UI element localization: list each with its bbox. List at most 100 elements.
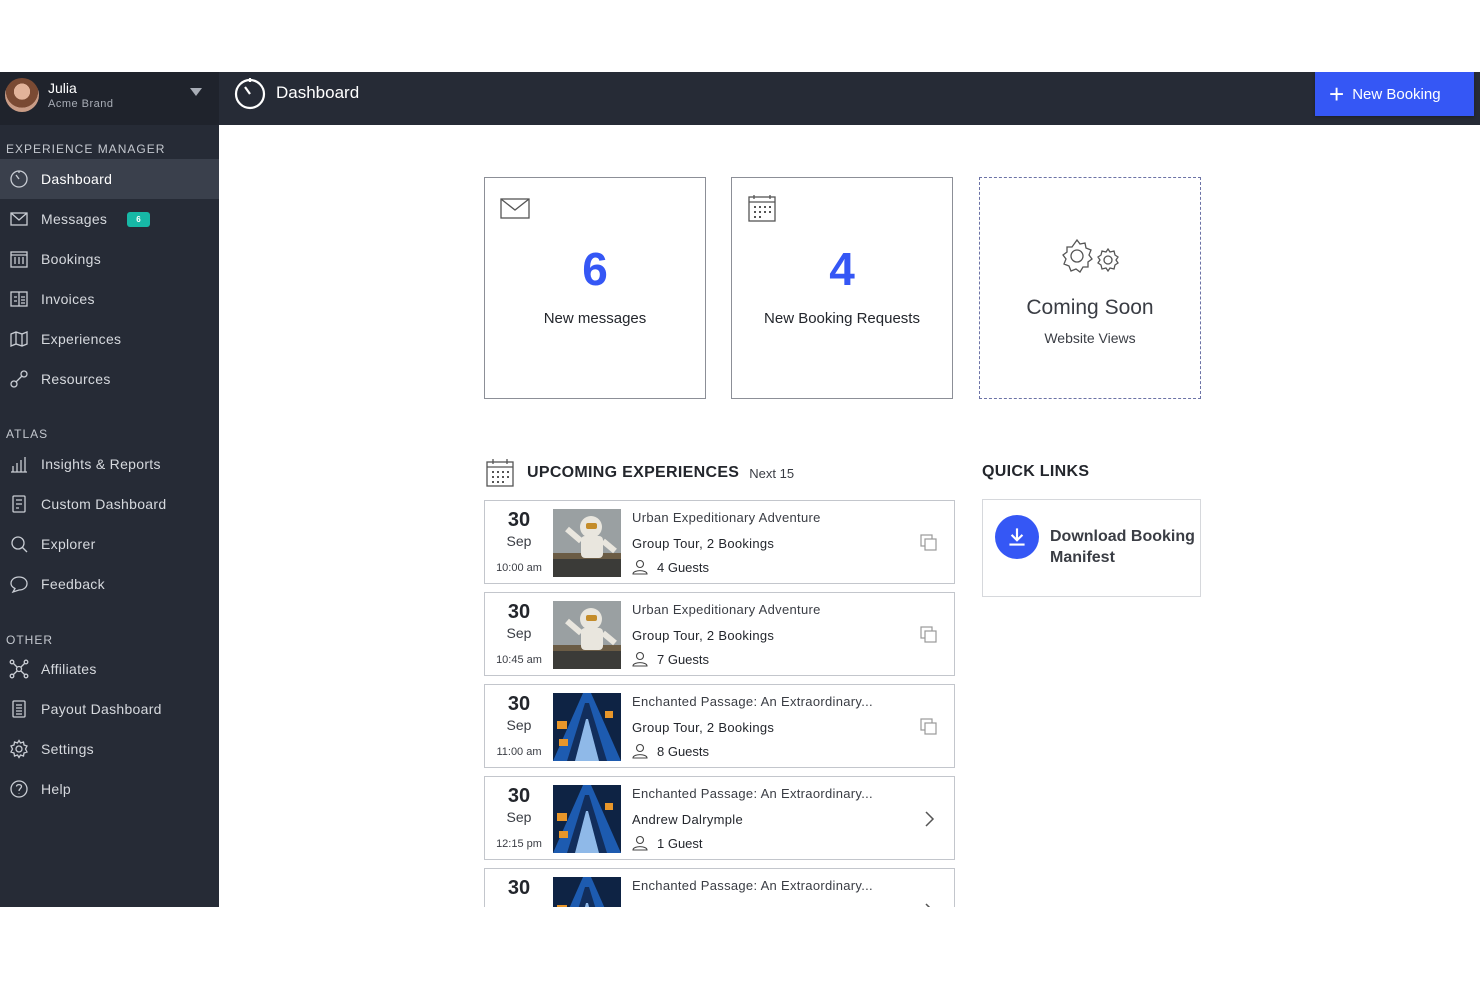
calendar-icon <box>8 248 30 270</box>
calendar-icon <box>486 459 514 487</box>
experience-subtitle: Group Tour, 2 Bookings <box>632 720 775 735</box>
experience-time: 12:15 pm <box>496 838 542 850</box>
sidebar-item-label: Explorer <box>41 536 96 552</box>
list-item[interactable]: 30 Sep 10:00 am Urban Expeditionary Adve… <box>484 500 955 584</box>
sidebar-item-settings[interactable]: Settings <box>0 729 219 769</box>
sidebar-item-dashboard[interactable]: Dashboard <box>0 159 219 199</box>
download-manifest-link[interactable]: Download Booking Manifest <box>982 499 1201 597</box>
chevron-down-icon[interactable] <box>190 88 202 96</box>
sidebar-item-insights-reports[interactable]: Insights & Reports <box>0 444 219 484</box>
sidebar-item-feedback[interactable]: Feedback <box>0 564 219 604</box>
network-icon <box>8 658 30 680</box>
sidebar-item-label: Dashboard <box>41 171 113 187</box>
new-messages-count: 6 <box>582 243 608 295</box>
map-icon <box>8 328 30 350</box>
experience-day: 30 <box>507 601 531 623</box>
new-booking-label: New Booking <box>1352 85 1441 103</box>
person-icon <box>632 835 648 851</box>
experience-day: 30 <box>507 877 531 899</box>
experience-month: Sep <box>506 717 532 733</box>
sidebar-item-explorer[interactable]: Explorer <box>0 524 219 564</box>
sidebar-item-label: Settings <box>41 741 94 757</box>
experience-month: Sep <box>506 809 532 825</box>
top-bar: Dashboard + New Booking <box>219 72 1480 125</box>
chevron-right-icon[interactable] <box>919 901 939 907</box>
experience-title: Enchanted Passage: An Extraordinary... <box>632 694 873 709</box>
experience-subtitle: Andrew Dalrymple <box>632 812 744 827</box>
experience-day: 30 <box>507 509 531 531</box>
experience-guests: 7 Guests <box>632 651 709 667</box>
list-item[interactable]: 30 Sep 10:45 am Urban Expeditionary Adve… <box>484 592 955 676</box>
sidebar-item-label: Custom Dashboard <box>41 496 167 512</box>
experience-time: 10:00 am <box>496 562 542 574</box>
upcoming-next-count: Next 15 <box>749 465 795 481</box>
website-views-label: Website Views <box>1044 330 1136 346</box>
new-messages-card[interactable]: 6 New messages <box>484 177 706 399</box>
message-count-badge: 6 <box>127 211 150 227</box>
experience-month: Sep <box>506 625 532 641</box>
person-icon <box>632 651 648 667</box>
sidebar-item-label: Payout Dashboard <box>41 701 162 717</box>
sidebar-item-messages[interactable]: Messages 6 <box>0 199 219 239</box>
experience-guests: 4 Guests <box>632 559 709 575</box>
experience-title: Enchanted Passage: An Extraordinary... <box>632 786 873 801</box>
section-experience-manager: EXPERIENCE MANAGER <box>6 142 166 156</box>
user-menu[interactable]: Julia Acme Brand <box>0 72 219 125</box>
new-booking-button[interactable]: + New Booking <box>1315 72 1474 116</box>
page-title: Dashboard <box>276 83 360 102</box>
download-manifest-label: Download Booking Manifest <box>1050 528 1195 566</box>
envelope-icon <box>8 208 30 230</box>
new-messages-label: New messages <box>543 310 647 327</box>
guest-count: 8 Guests <box>657 743 710 759</box>
gears-icon <box>1062 238 1119 273</box>
user-brand: Acme Brand <box>48 98 114 110</box>
section-atlas: ATLAS <box>6 427 49 441</box>
tunnel-thumbnail <box>553 785 621 853</box>
website-views-card: Coming Soon Website Views <box>979 177 1201 399</box>
sidebar-item-affiliates[interactable]: Affiliates <box>0 649 219 689</box>
invoice-icon <box>8 288 30 310</box>
experience-day: 30 <box>507 785 531 807</box>
chevron-right-icon[interactable] <box>919 809 939 829</box>
list-item[interactable]: 30 Enchanted Passage: An Extraordinary..… <box>484 868 955 907</box>
booking-requests-label: New Booking Requests <box>764 310 920 327</box>
list-item[interactable]: 30 Sep 11:00 am Enchanted Passage: An Ex… <box>484 684 955 768</box>
astronaut-thumbnail <box>553 509 621 577</box>
experience-title: Enchanted Passage: An Extraordinary... <box>632 878 873 893</box>
booking-requests-card[interactable]: 4 New Booking Requests <box>731 177 953 399</box>
tunnel-thumbnail <box>553 877 621 907</box>
sidebar-item-custom-dashboard[interactable]: Custom Dashboard <box>0 484 219 524</box>
sidebar-item-label: Resources <box>41 371 111 387</box>
list-item[interactable]: 30 Sep 12:15 pm Enchanted Passage: An Ex… <box>484 776 955 860</box>
sidebar-item-payout-dashboard[interactable]: Payout Dashboard <box>0 689 219 729</box>
sidebar-item-invoices[interactable]: Invoices <box>0 279 219 319</box>
experience-title: Urban Expeditionary Adventure <box>632 602 821 617</box>
experience-time: 10:45 am <box>496 654 542 666</box>
tunnel-thumbnail <box>553 693 621 761</box>
sidebar-item-label: Insights & Reports <box>41 456 161 472</box>
person-icon <box>632 559 648 575</box>
dashboard-icon <box>234 78 266 110</box>
download-icon <box>995 515 1039 559</box>
custom-dashboard-icon <box>8 493 30 515</box>
link-icon <box>8 368 30 390</box>
experience-subtitle: Group Tour, 2 Bookings <box>632 536 775 551</box>
experience-month: Sep <box>506 533 532 549</box>
app-frame: Julia Acme Brand EXPERIENCE MANAGER Dash… <box>0 72 1480 907</box>
sidebar-item-label: Messages <box>41 211 108 227</box>
copy-icon[interactable] <box>919 625 939 645</box>
person-icon <box>632 743 648 759</box>
sidebar-item-label: Invoices <box>41 291 95 307</box>
sidebar-item-label: Affiliates <box>41 661 97 677</box>
sidebar-item-resources[interactable]: Resources <box>0 359 219 399</box>
guest-count: 4 Guests <box>657 559 710 575</box>
experience-day: 30 <box>507 693 531 715</box>
copy-icon[interactable] <box>919 717 939 737</box>
sidebar-item-label: Experiences <box>41 331 122 347</box>
speech-bubble-icon <box>8 573 30 595</box>
sidebar-item-help[interactable]: Help <box>0 769 219 809</box>
experience-subtitle: Group Tour, 2 Bookings <box>632 628 775 643</box>
copy-icon[interactable] <box>919 533 939 553</box>
sidebar-item-experiences[interactable]: Experiences <box>0 319 219 359</box>
sidebar-item-bookings[interactable]: Bookings <box>0 239 219 279</box>
